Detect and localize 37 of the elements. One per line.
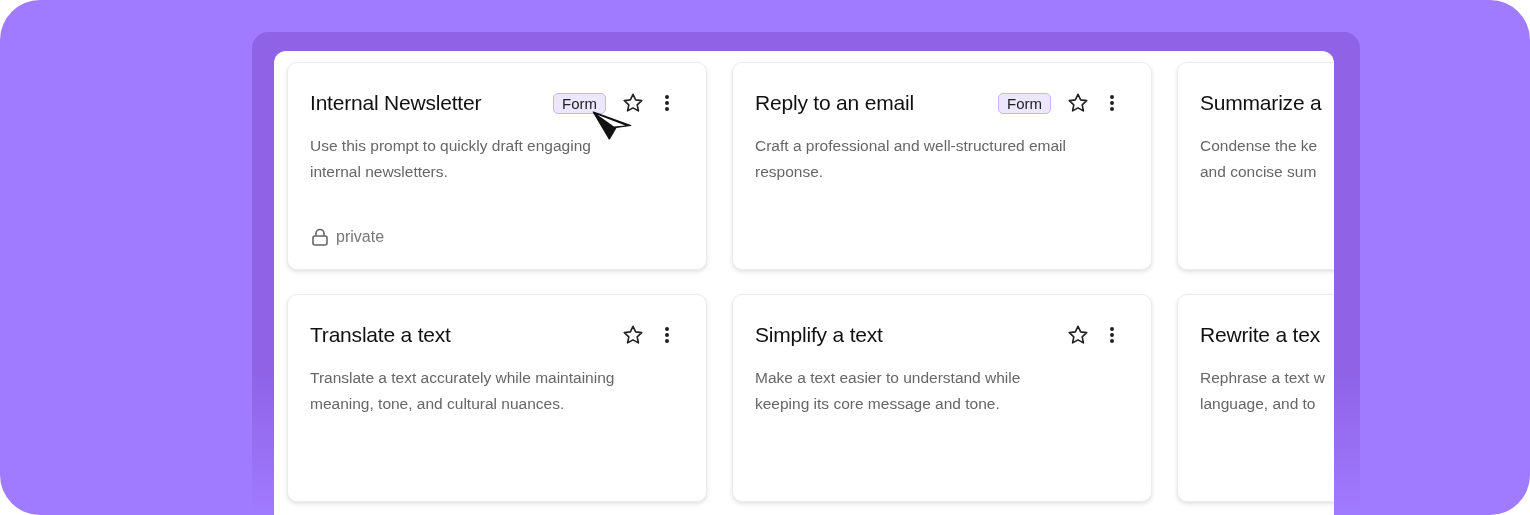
star-icon[interactable] xyxy=(1067,92,1089,114)
prompt-card[interactable]: Summarize a Condense the ke and concise sum xyxy=(1177,62,1334,270)
more-icon[interactable] xyxy=(1109,326,1115,344)
lock-icon xyxy=(310,227,330,247)
card-description: language, and to xyxy=(1200,394,1317,414)
prompt-card[interactable]: Internal Newsletter Form Use this prompt to quickly draft engaging internal newsletters. private xyxy=(287,62,707,270)
more-icon[interactable] xyxy=(1109,94,1115,112)
card-description: meaning, tone, and cultural nuances. xyxy=(310,394,566,414)
form-tag: Form xyxy=(998,92,1051,114)
more-icon[interactable] xyxy=(664,326,670,344)
card-description: internal newsletters. xyxy=(310,162,449,182)
visibility-label: private xyxy=(336,228,385,246)
cursor-icon xyxy=(592,111,632,141)
card-description: Craft a professional and well-structured email xyxy=(755,136,1067,156)
star-icon[interactable] xyxy=(622,324,644,346)
star-icon[interactable] xyxy=(622,92,644,114)
card-description: keeping its core message and tone. xyxy=(755,394,1001,414)
prompt-card[interactable]: Reply to an email Form Craft a professional and well-structured email response. xyxy=(732,62,1152,270)
star-icon[interactable] xyxy=(1067,324,1089,346)
prompt-card[interactable]: Simplify a text Make a text easier to understand while keeping its core message and tone. xyxy=(732,294,1152,502)
card-title: Rewrite a tex xyxy=(1200,323,1320,347)
card-title: Translate a text xyxy=(310,323,451,347)
form-tag: Form xyxy=(553,92,606,114)
card-description: Use this prompt to quickly draft engaging xyxy=(310,136,592,156)
card-description: Rephrase a text w xyxy=(1200,368,1326,388)
card-description: response. xyxy=(755,162,825,182)
card-title: Simplify a text xyxy=(755,323,883,347)
prompt-card[interactable]: Rewrite a tex Rephrase a text w language, and to xyxy=(1177,294,1334,502)
prompt-card[interactable]: Translate a text Translate a text accurately while maintaining meaning, tone, and cultural nuances. xyxy=(287,294,707,502)
card-description: Condense the ke xyxy=(1200,136,1319,156)
card-description: and concise sum xyxy=(1200,162,1318,182)
card-title: Summarize a xyxy=(1200,91,1322,115)
more-icon[interactable] xyxy=(664,94,670,112)
card-description: Translate a text accurately while maintaining xyxy=(310,368,616,388)
card-description: Make a text easier to understand while xyxy=(755,368,1022,388)
card-title: Internal Newsletter xyxy=(310,91,482,115)
card-title: Reply to an email xyxy=(755,91,914,115)
